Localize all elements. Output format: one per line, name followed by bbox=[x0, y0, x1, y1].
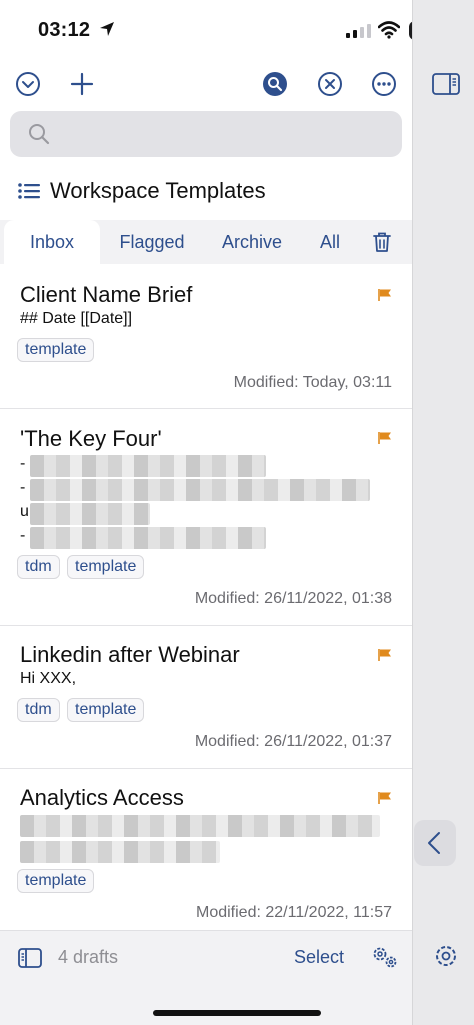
draft-card[interactable]: Analytics Access template Modified: 22/1… bbox=[0, 769, 412, 930]
redacted-text bbox=[20, 815, 380, 837]
gear-icon[interactable] bbox=[433, 943, 459, 969]
draft-preview-line: u bbox=[20, 503, 29, 520]
home-indicator bbox=[153, 1010, 321, 1016]
settings-gears-icon[interactable] bbox=[370, 944, 400, 970]
tab-archive[interactable]: Archive bbox=[210, 220, 294, 264]
location-arrow-icon bbox=[100, 22, 114, 36]
draft-modified: Modified: 26/11/2022, 01:37 bbox=[194, 733, 392, 750]
draft-preview-line: Hi XXX, bbox=[20, 670, 77, 687]
tab-inbox[interactable]: Inbox bbox=[4, 220, 100, 264]
tag-template[interactable]: template bbox=[67, 555, 145, 579]
draft-modified: Modified: Today, 03:11 bbox=[233, 374, 392, 391]
close-circle-icon[interactable] bbox=[316, 70, 344, 98]
draft-modified: Modified: 26/11/2022, 01:38 bbox=[194, 590, 392, 607]
flag-icon bbox=[378, 649, 391, 661]
draft-preview-line: - bbox=[20, 527, 26, 544]
sidebar-panel bbox=[412, 0, 474, 1025]
plus-icon[interactable] bbox=[68, 70, 96, 98]
draft-preview-line: - bbox=[20, 479, 26, 496]
tag-template[interactable]: template bbox=[17, 869, 95, 893]
draft-preview-line: ## Date [[Date]] bbox=[20, 310, 133, 327]
redacted-text bbox=[30, 527, 266, 549]
signal-icon bbox=[346, 24, 371, 38]
drafts-count: 4 drafts bbox=[58, 947, 119, 967]
draft-card[interactable]: Linkedin after Webinar Hi XXX, tdm templ… bbox=[0, 626, 412, 769]
draft-title: Client Name Brief bbox=[20, 282, 193, 307]
status-time: 03:12 bbox=[38, 19, 91, 41]
search-bar[interactable] bbox=[10, 111, 402, 157]
search-input[interactable] bbox=[54, 111, 384, 157]
select-button[interactable]: Select bbox=[294, 947, 344, 968]
tag-template[interactable]: template bbox=[67, 698, 145, 722]
flag-icon bbox=[378, 792, 391, 804]
draft-title: 'The Key Four' bbox=[20, 426, 162, 451]
redacted-text bbox=[30, 455, 266, 477]
redacted-text bbox=[30, 479, 370, 501]
tag-tdm[interactable]: tdm bbox=[17, 555, 60, 579]
redacted-text bbox=[30, 503, 150, 525]
filter-tabs: Inbox Flagged Archive All bbox=[0, 220, 412, 264]
redacted-text bbox=[20, 841, 220, 863]
tab-all[interactable]: All bbox=[310, 220, 350, 264]
tab-flagged[interactable]: Flagged bbox=[108, 220, 196, 264]
search-icon bbox=[29, 124, 50, 145]
more-circle-icon[interactable] bbox=[370, 70, 398, 98]
search-circle-icon[interactable] bbox=[261, 70, 289, 98]
draft-card[interactable]: Client Name Brief ## Date [[Date]] templ… bbox=[0, 264, 412, 409]
flag-icon bbox=[378, 432, 391, 444]
workspace-title: Workspace Templates bbox=[50, 178, 266, 203]
list-icon bbox=[18, 183, 40, 199]
collapse-panel-button[interactable] bbox=[414, 820, 456, 866]
workspace-header[interactable]: Workspace Templates bbox=[18, 178, 266, 204]
tag-template[interactable]: template bbox=[17, 338, 95, 362]
draft-modified: Modified: 22/11/2022, 11:57 bbox=[196, 904, 392, 921]
flag-icon bbox=[378, 289, 391, 301]
drafts-panel-icon[interactable] bbox=[18, 948, 42, 968]
sidebar-toggle-icon[interactable] bbox=[432, 73, 460, 95]
wifi-icon bbox=[378, 21, 400, 39]
chevron-left-icon bbox=[428, 832, 440, 854]
draft-card[interactable]: 'The Key Four' - - u - tdm template Modi… bbox=[0, 409, 412, 626]
chevron-circle-icon[interactable] bbox=[14, 70, 42, 98]
tag-tdm[interactable]: tdm bbox=[17, 698, 60, 722]
main-panel: 03:12 49 bbox=[0, 0, 445, 1025]
draft-title: Linkedin after Webinar bbox=[20, 642, 240, 667]
draft-preview-line: - bbox=[20, 455, 26, 472]
draft-title: Analytics Access bbox=[20, 785, 184, 810]
trash-icon[interactable] bbox=[372, 231, 392, 253]
